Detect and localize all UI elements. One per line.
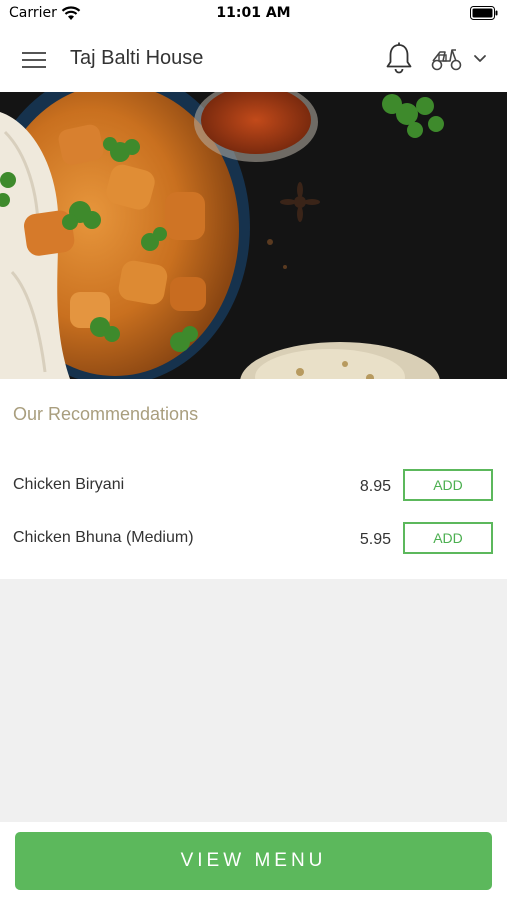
add-button[interactable]: ADD [403,469,493,501]
item-price: 5.95 [359,531,391,548]
list-item: Chicken Biryani 8.95 ADD [0,469,507,505]
app-header: Taj Balti House [0,26,507,92]
recommendations-section: Our Recommendations Chicken Biryani 8.95… [0,379,507,579]
restaurant-title: Taj Balti House [70,47,204,69]
app-screen: Carrier 11:01 AM Taj Balti House Our Rec… [0,0,507,900]
battery-icon [470,6,498,20]
menu-icon[interactable] [22,48,48,70]
bell-icon[interactable] [384,42,414,74]
status-bar: Carrier 11:01 AM [0,0,507,26]
scooter-icon[interactable] [430,46,462,72]
list-item: Chicken Bhuna (Medium) 5.95 ADD [0,522,507,558]
chevron-down-icon[interactable] [472,53,488,65]
hero-food-image [0,92,507,379]
item-price: 8.95 [359,478,391,495]
add-button[interactable]: ADD [403,522,493,554]
recommendations-title: Our Recommendations [13,404,199,424]
bottom-bar: VIEW MENU [0,822,507,900]
item-name: Chicken Biryani [13,476,125,493]
view-menu-button[interactable]: VIEW MENU [15,832,492,890]
item-name: Chicken Bhuna (Medium) [13,529,194,546]
status-time: 11:01 AM [216,5,291,21]
